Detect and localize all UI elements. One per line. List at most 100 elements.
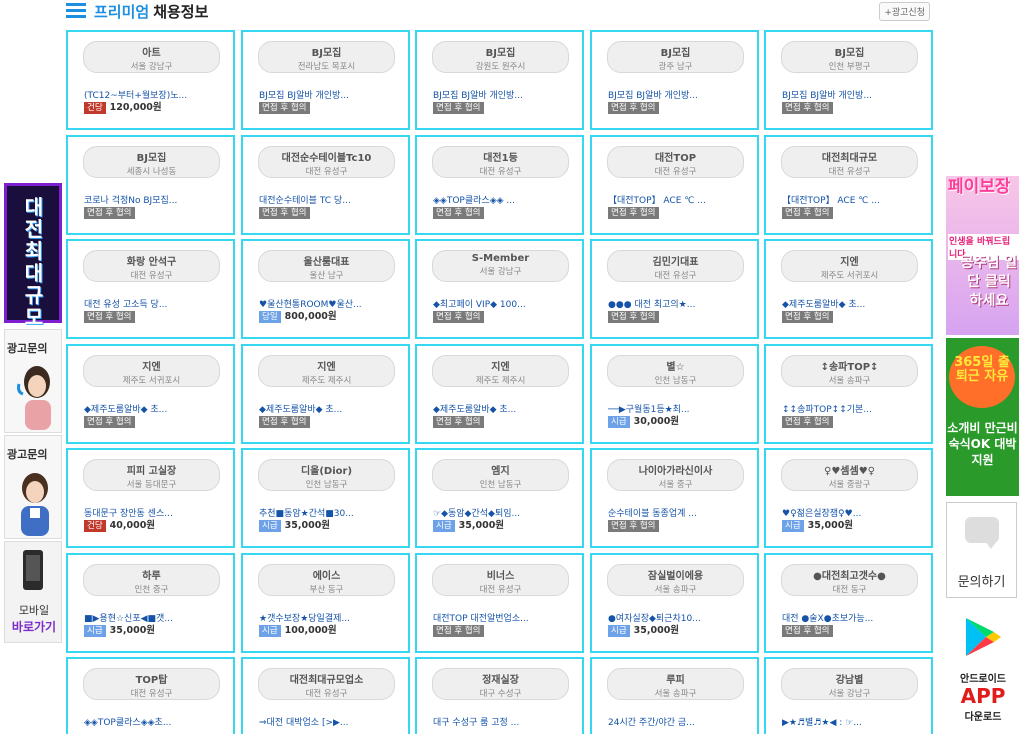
job-description[interactable]: ──▶구월동1등★최... <box>608 402 748 415</box>
job-description[interactable]: 대전순수테이블 TC 당... <box>259 193 399 206</box>
pay-type-badge: 면접 후 협의 <box>782 311 833 323</box>
job-card[interactable]: 피피 고실장 서울 동대문구 동대문구 장안동 센스... 건당 40,000원 <box>66 448 235 548</box>
banner-pay-guarantee[interactable]: 페이보장 인생을 바꿔드립니다 공주님 일단 클릭 하세요 <box>946 176 1019 335</box>
job-card[interactable]: BJ모집 광주 남구 BJ모집 BJ알바 개인방... 면접 후 협의 <box>590 30 759 130</box>
job-description[interactable]: 대전 유성 고소득 당... <box>84 297 224 310</box>
business-name: 김민기대표 <box>652 257 699 268</box>
job-card[interactable]: 지엔 제주도 제주시 ◆제주도룸알바◆ 초... 면접 후 협의 <box>415 344 584 444</box>
job-card[interactable]: 화랑 안석구 대전 유성구 대전 유성 고소득 당... 면접 후 협의 <box>66 239 235 339</box>
business-name: 지엔 <box>142 362 161 373</box>
woman-headset-illustration <box>21 473 49 536</box>
job-description[interactable]: ◈◈TOP클라스◈◈ ... <box>433 193 573 206</box>
job-description[interactable]: BJ모집 BJ알바 개인방... <box>782 88 922 101</box>
pay-type-badge: 면접 후 협의 <box>608 207 659 219</box>
job-description[interactable]: ♥♀젊은실장잼♀♥... <box>782 506 922 519</box>
job-description[interactable]: ●여자실장◆퇴근차10... <box>608 611 748 624</box>
job-description[interactable]: 추천■동암★간석■30... <box>259 506 399 519</box>
job-card[interactable]: ●대전최고갯수● 대전 동구 대전 ●술X●초보가능... 면접 후 협의 <box>764 553 933 653</box>
job-description[interactable]: 대전TOP 대전알번업소... <box>433 611 573 624</box>
job-card[interactable]: 잠실벌이에용 서울 송파구 ●여자실장◆퇴근차10... 시급 35,000원 <box>590 553 759 653</box>
job-card[interactable]: 대전최대규모 대전 유성구 【대전TOP】 ACE ℃ ... 면접 후 협의 <box>764 135 933 235</box>
mobile-shortcut-banner[interactable]: 모바일 바로가기 <box>4 541 62 643</box>
job-card[interactable]: BJ모집 인천 부평구 BJ모집 BJ알바 개인방... 면접 후 협의 <box>764 30 933 130</box>
job-description[interactable]: ●●● 대전 최고의★... <box>608 297 748 310</box>
banner-daejeon-largest[interactable]: 대전최대규모 <box>4 183 62 328</box>
job-description[interactable]: (TC12~부터+월보장)노... <box>84 88 224 101</box>
job-description[interactable]: 【대전TOP】 ACE ℃ ... <box>608 193 748 206</box>
job-card[interactable]: 디올(Dior) 인천 남동구 추천■동암★간석■30... 시급 35,000원 <box>241 448 410 548</box>
job-card[interactable]: 루피 서울 송파구 24시간 주간/야간 금... <box>590 657 759 734</box>
job-card[interactable]: 대전최대규모업소 대전 유성구 ⇒대전 대박업소 [>▶... <box>241 657 410 734</box>
job-description[interactable]: 24시간 주간/야간 금... <box>608 715 748 728</box>
job-description[interactable]: ▶★♬별♬★◀ : ☞... <box>782 715 922 728</box>
job-card[interactable]: 아트 서울 강남구 (TC12~부터+월보장)노... 건당 120,000원 <box>66 30 235 130</box>
job-description[interactable]: BJ모집 BJ알바 개인방... <box>608 88 748 101</box>
job-card[interactable]: 지엔 제주도 제주시 ◆제주도룸알바◆ 초... 면접 후 협의 <box>241 344 410 444</box>
business-location: 제주도 서귀포시 <box>820 271 879 281</box>
business-name-box: BJ모집 세종시 나성동 <box>83 146 220 178</box>
job-description[interactable]: 동대문구 장안동 센스... <box>84 506 224 519</box>
job-description[interactable]: ◆제주도룸알바◆ 초... <box>433 402 573 415</box>
job-description[interactable]: 대전 ●술X●초보가능... <box>782 611 922 624</box>
job-card[interactable]: 대전순수테이블Tc10 대전 유성구 대전순수테이블 TC 당... 면접 후 협의 <box>241 135 410 235</box>
job-card[interactable]: 강남별 서울 강남구 ▶★♬별♬★◀ : ☞... <box>764 657 933 734</box>
job-card[interactable]: 비너스 대전 유성구 대전TOP 대전알번업소... 면접 후 협의 <box>415 553 584 653</box>
job-description[interactable]: ◆제주도룸알바◆ 초... <box>782 297 922 310</box>
job-description[interactable]: ⇒대전 대박업소 [>▶... <box>259 715 399 728</box>
shortcut-label: 바로가기 <box>11 620 57 634</box>
job-description[interactable]: ↕↕송파TOP↕↕기본... <box>782 402 922 415</box>
job-card[interactable]: 지엔 제주도 서귀포시 ◆제주도룸알바◆ 초... 면접 후 협의 <box>66 344 235 444</box>
section-title: 프리미엄 채용정보 <box>94 1 208 22</box>
job-card[interactable]: BJ모집 세종시 나성동 코로나 걱정No BJ모집... 면접 후 협의 <box>66 135 235 235</box>
ad-inquiry-banner-1[interactable]: 광고문의 <box>4 329 62 433</box>
banner-365-details: 소개비 만근비 숙식OK 대박 지원 <box>947 421 1018 467</box>
pay-info: 시급 100,000원 <box>259 625 337 638</box>
job-card[interactable]: TOP탑 대전 유성구 ◈◈TOP클라스◈◈초... <box>66 657 235 734</box>
banner-365-commute[interactable]: 365일 출퇴근 자유 소개비 만근비 숙식OK 대박 지원 <box>946 338 1019 496</box>
job-description[interactable]: ◈◈TOP클라스◈◈초... <box>84 715 224 728</box>
job-card[interactable]: 별☆ 인천 남동구 ──▶구월동1등★최... 시급 30,000원 <box>590 344 759 444</box>
job-description[interactable]: ◆제주도룸알바◆ 초... <box>84 402 224 415</box>
job-description[interactable]: 대구 수성구 룸 고정 ... <box>433 715 573 728</box>
job-description[interactable]: ■▶용현☆신포◀■갯... <box>84 611 224 624</box>
job-card[interactable]: 대전TOP 대전 유성구 【대전TOP】 ACE ℃ ... 면접 후 협의 <box>590 135 759 235</box>
job-card[interactable]: 대전1등 대전 유성구 ◈◈TOP클라스◈◈ ... 면접 후 협의 <box>415 135 584 235</box>
ad-apply-button[interactable]: +광고신청 <box>879 2 930 21</box>
job-card[interactable]: BJ모집 전라남도 목포시 BJ모집 BJ알바 개인방... 면접 후 협의 <box>241 30 410 130</box>
business-name-box: 루피 서울 송파구 <box>607 668 744 700</box>
job-card[interactable]: 하루 인천 중구 ■▶용현☆신포◀■갯... 시급 35,000원 <box>66 553 235 653</box>
job-description[interactable]: 순수테이블 동종업계 ... <box>608 506 748 519</box>
business-name: 나이아가라신이사 <box>638 466 713 477</box>
business-name-box: 디올(Dior) 인천 남동구 <box>258 459 395 491</box>
job-description[interactable]: ♥울산현통ROOM♥울산... <box>259 297 399 310</box>
job-card[interactable]: 에이스 부산 동구 ★갯수보장★당일결제... 시급 100,000원 <box>241 553 410 653</box>
pay-type-badge: 시급 <box>259 625 281 637</box>
ad-inquiry-banner-2[interactable]: 광고문의 <box>4 435 62 539</box>
job-description[interactable]: BJ모집 BJ알바 개인방... <box>433 88 573 101</box>
business-name: 하루 <box>142 571 161 582</box>
business-location: 인천 남동구 <box>654 376 697 386</box>
job-description[interactable]: ☞◆동암◆간석◆퇴임... <box>433 506 573 519</box>
job-description[interactable]: ◆최고페이 VIP◆ 100... <box>433 297 573 310</box>
business-location: 대전 유성구 <box>828 167 871 177</box>
business-location: 서울 중구 <box>658 480 693 490</box>
job-description[interactable]: 코로나 걱정No BJ모집... <box>84 193 224 206</box>
job-description[interactable]: ◆제주도룸알바◆ 초... <box>259 402 399 415</box>
inquiry-button[interactable]: 문의하기 <box>946 502 1017 598</box>
job-card[interactable]: 김민기대표 대전 유성구 ●●● 대전 최고의★... 면접 후 협의 <box>590 239 759 339</box>
job-card[interactable]: ↕송파TOP↕ 서울 송파구 ↕↕송파TOP↕↕기본... 면접 후 협의 <box>764 344 933 444</box>
job-card[interactable]: 지엔 제주도 서귀포시 ◆제주도룸알바◆ 초... 면접 후 협의 <box>764 239 933 339</box>
job-description[interactable]: BJ모집 BJ알바 개인방... <box>259 88 399 101</box>
job-description[interactable]: 【대전TOP】 ACE ℃ ... <box>782 193 922 206</box>
job-card[interactable]: ♀♥셈셈♥♀ 서울 중랑구 ♥♀젊은실장잼♀♥... 시급 35,000원 <box>764 448 933 548</box>
job-card[interactable]: 엠지 인천 남동구 ☞◆동암◆간석◆퇴임... 시급 35,000원 <box>415 448 584 548</box>
business-name: ♀♥셈셈♥♀ <box>824 466 875 477</box>
job-card[interactable]: BJ모집 강원도 원주시 BJ모집 BJ알바 개인방... 면접 후 협의 <box>415 30 584 130</box>
job-description[interactable]: ★갯수보장★당일결제... <box>259 611 399 624</box>
job-card[interactable]: S-Member 서울 강남구 ◆최고페이 VIP◆ 100... 면접 후 협의 <box>415 239 584 339</box>
android-app-download[interactable]: 안드로이드 APP 다운로드 <box>946 608 1020 726</box>
job-card[interactable]: 나이아가라신이사 서울 중구 순수테이블 동종업계 ... 면접 후 협의 <box>590 448 759 548</box>
job-card[interactable]: 울산룸대표 울산 남구 ♥울산현통ROOM♥울산... 당일 800,000원 <box>241 239 410 339</box>
business-name: 피피 고실장 <box>126 466 177 477</box>
job-card[interactable]: 정재실장 대구 수성구 대구 수성구 룸 고정 ... <box>415 657 584 734</box>
